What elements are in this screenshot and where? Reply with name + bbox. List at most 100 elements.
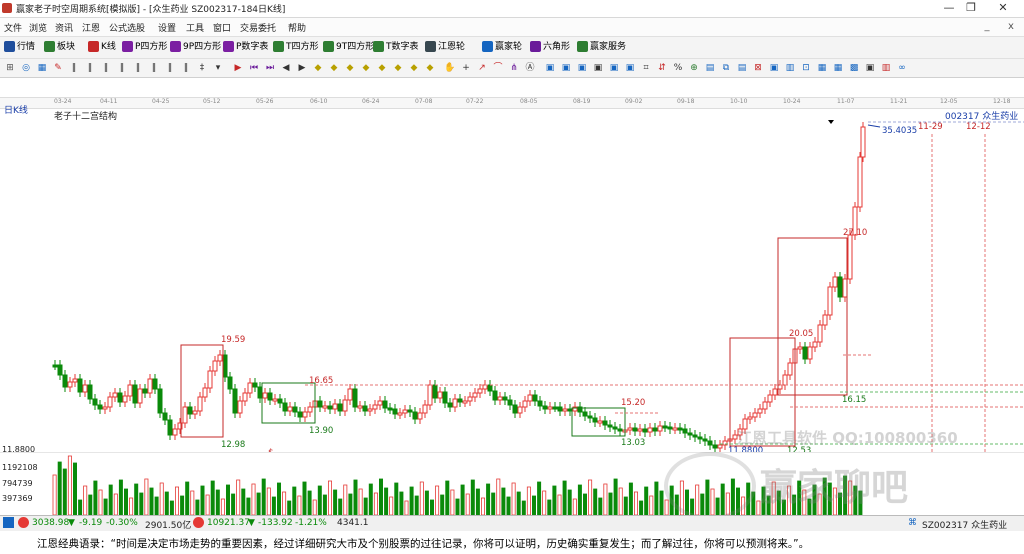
- candle-body: [337, 403, 343, 412]
- tool10-icon[interactable]: ⊡: [800, 62, 812, 74]
- tool9-icon[interactable]: ▥: [784, 62, 796, 74]
- tool4-icon[interactable]: ▤: [704, 62, 716, 74]
- prev-icon[interactable]: ◀: [280, 62, 292, 74]
- target-icon[interactable]: ◎: [20, 62, 32, 74]
- tool5-icon[interactable]: ⧉: [720, 62, 732, 74]
- bars8-icon[interactable]: ‖: [180, 62, 192, 74]
- tool7-icon[interactable]: ⊠: [752, 62, 764, 74]
- menu-trade[interactable]: 交易委托: [240, 21, 276, 34]
- toolbar-button-5[interactable]: 9P四方形: [170, 40, 221, 55]
- mdi-minimize-button[interactable]: _: [980, 20, 994, 34]
- volume-bar: [317, 485, 322, 515]
- pic1-icon[interactable]: ▣: [544, 62, 556, 74]
- pic4-icon[interactable]: ▣: [592, 62, 604, 74]
- pic2-icon[interactable]: ▣: [560, 62, 572, 74]
- menu-gann[interactable]: 江恩: [82, 21, 100, 34]
- time-tick-07-22: 07-22: [466, 98, 484, 105]
- bars6-icon[interactable]: ‖: [148, 62, 160, 74]
- toolbar-button-11[interactable]: 赢家轮: [482, 40, 522, 55]
- volume-bar: [435, 485, 440, 515]
- tool2-icon[interactable]: ⇵: [656, 62, 668, 74]
- bars4-icon[interactable]: ‖: [116, 62, 128, 74]
- tool12-icon[interactable]: ▦: [832, 62, 844, 74]
- toolbar-button-10[interactable]: 江恩轮: [425, 40, 465, 55]
- menu-formula[interactable]: 公式选股: [109, 21, 145, 34]
- arc-icon[interactable]: ⌒: [492, 62, 504, 74]
- pic5-icon[interactable]: ▣: [608, 62, 620, 74]
- menu-settings[interactable]: 设置: [158, 21, 176, 34]
- toolbar-button-12[interactable]: 六角形: [530, 40, 570, 55]
- down-icon[interactable]: ◆: [360, 62, 372, 74]
- last-icon[interactable]: ⏭: [264, 62, 276, 74]
- dropdown-icon[interactable]: ▾: [212, 62, 224, 74]
- candle-body: [537, 400, 543, 407]
- toolbar-button-3[interactable]: K线: [88, 40, 116, 55]
- pen-icon[interactable]: ✎: [52, 62, 64, 74]
- mdi-close-button[interactable]: x: [1004, 20, 1018, 34]
- percent-icon[interactable]: %: [672, 62, 684, 74]
- volume-bar: [282, 491, 287, 515]
- close-button[interactable]: ✕: [988, 0, 1018, 17]
- bars2-icon[interactable]: ‖: [84, 62, 96, 74]
- tool15-icon[interactable]: ▥: [880, 62, 892, 74]
- layout-icon[interactable]: ⊞: [4, 62, 16, 74]
- pic6-icon[interactable]: ▣: [624, 62, 636, 74]
- fit-icon[interactable]: ◆: [408, 62, 420, 74]
- left-icon[interactable]: ◆: [376, 62, 388, 74]
- menu-news[interactable]: 资讯: [55, 21, 73, 34]
- chart-icon[interactable]: ▦: [36, 62, 48, 74]
- tool13-icon[interactable]: ▩: [848, 62, 860, 74]
- cross-icon[interactable]: +: [460, 62, 472, 74]
- menu-window[interactable]: 窗口: [213, 21, 231, 34]
- reset-icon[interactable]: ◆: [424, 62, 436, 74]
- toolbar-button-7[interactable]: T四方形: [273, 40, 319, 55]
- bars5-icon[interactable]: ‖: [132, 62, 144, 74]
- restore-button[interactable]: ❐: [956, 0, 986, 17]
- time-tick-08-05: 08-05: [520, 98, 538, 105]
- candle-type-icon[interactable]: ‡: [196, 62, 208, 74]
- first-icon[interactable]: ⏮: [248, 62, 260, 74]
- toolbar-label: 六角形: [543, 42, 571, 52]
- toolbar-button-6[interactable]: P数字表: [223, 40, 268, 55]
- bars3-icon[interactable]: ‖: [100, 62, 112, 74]
- bars7-icon[interactable]: ‖: [164, 62, 176, 74]
- volume-bar: [445, 480, 450, 515]
- menu-help[interactable]: 帮助: [288, 21, 306, 34]
- infinity-icon[interactable]: ∞: [896, 62, 908, 74]
- pic3-icon[interactable]: ▣: [576, 62, 588, 74]
- candlestick-chart[interactable]: 35.4035 27.10 20.05 19.59 16.65 16.15 15.20 13.…: [0, 117, 1024, 452]
- candle-body: [847, 234, 853, 280]
- zoom-in-icon[interactable]: ◆: [328, 62, 340, 74]
- tool11-icon[interactable]: ▦: [816, 62, 828, 74]
- period-label[interactable]: 日K线: [4, 103, 28, 116]
- tool1-icon[interactable]: ⌗: [640, 62, 652, 74]
- tool8-icon[interactable]: ▣: [768, 62, 780, 74]
- candle-body: [52, 364, 58, 368]
- menu-tools[interactable]: 工具: [186, 21, 204, 34]
- toolbar-button-1[interactable]: 行情: [4, 40, 35, 55]
- toolbar-button-8[interactable]: 9T四方形: [323, 40, 374, 55]
- line-icon[interactable]: ↗: [476, 62, 488, 74]
- toolbar-button-2[interactable]: 板块: [44, 40, 75, 55]
- gann-status-icon[interactable]: ⌘: [908, 518, 917, 528]
- right-icon[interactable]: ◆: [392, 62, 404, 74]
- toolbar-button-13[interactable]: 赢家服务: [577, 40, 626, 55]
- fan-icon[interactable]: ⋔: [508, 62, 520, 74]
- flag-icon[interactable]: ▶: [232, 62, 244, 74]
- text-icon[interactable]: Ⓐ: [524, 62, 536, 74]
- grid-icon[interactable]: [3, 517, 14, 528]
- tool3-icon[interactable]: ⊕: [688, 62, 700, 74]
- zoom-out-icon[interactable]: ◆: [312, 62, 324, 74]
- tool14-icon[interactable]: ▣: [864, 62, 876, 74]
- toolbar-button-9[interactable]: T数字表: [373, 40, 419, 55]
- next-icon[interactable]: ▶: [296, 62, 308, 74]
- menu-file[interactable]: 文件: [4, 21, 22, 34]
- toolbar-button-4[interactable]: P四方形: [122, 40, 167, 55]
- hand-icon[interactable]: ✋: [444, 62, 456, 74]
- bars-icon[interactable]: ‖: [68, 62, 80, 74]
- candle-body: [602, 420, 608, 426]
- menu-browse[interactable]: 浏览: [29, 21, 47, 34]
- up-icon[interactable]: ◆: [344, 62, 356, 74]
- tool6-icon[interactable]: ▤: [736, 62, 748, 74]
- candle-body: [842, 278, 848, 298]
